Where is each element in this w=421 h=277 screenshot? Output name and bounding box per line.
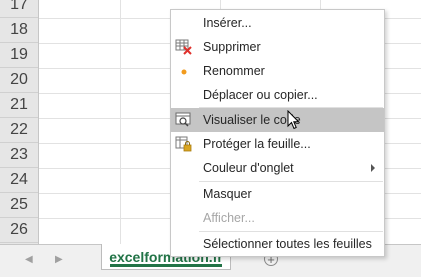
column-gridline <box>120 0 121 244</box>
sheet-context-menu: Insérer... Supprimer Renommer Déplacer o… <box>170 9 385 257</box>
menu-item-label: Sélectionner toutes les feuilles <box>203 237 372 251</box>
bullet-dot-icon <box>175 62 193 80</box>
menu-item-insert[interactable]: Insérer... <box>171 11 384 35</box>
row-header[interactable]: 21 <box>0 93 38 118</box>
menu-item-delete[interactable]: Supprimer <box>171 35 384 59</box>
menu-item-label: Supprimer <box>203 40 261 54</box>
menu-item-unhide: Afficher... <box>171 206 384 230</box>
menu-item-rename[interactable]: Renommer <box>171 59 384 83</box>
menu-item-label: Masquer <box>203 187 252 201</box>
menu-item-label: Insérer... <box>203 16 252 30</box>
menu-item-move-copy[interactable]: Déplacer ou copier... <box>171 83 384 107</box>
row-header[interactable]: 24 <box>0 168 38 193</box>
view-code-icon <box>175 111 193 129</box>
menu-item-label: Déplacer ou copier... <box>203 88 318 102</box>
row-header[interactable]: 17 <box>0 0 38 18</box>
row-header[interactable]: 26 <box>0 218 38 243</box>
menu-item-protect-sheet[interactable]: Protéger la feuille... <box>171 132 384 156</box>
scroll-tabs-right-icon[interactable]: ▶ <box>55 254 63 265</box>
row-header[interactable]: 18 <box>0 18 38 43</box>
menu-item-view-code[interactable]: Visualiser le code <box>171 108 384 132</box>
row-header[interactable]: 19 <box>0 43 38 68</box>
delete-sheet-icon <box>175 38 193 56</box>
row-headers: 17 18 19 20 21 22 23 24 25 26 <box>0 0 39 244</box>
scroll-tabs-left-icon[interactable]: ◀ <box>25 254 33 265</box>
menu-item-select-all-sheets[interactable]: Sélectionner toutes les feuilles <box>171 232 384 256</box>
submenu-arrow-icon <box>371 164 375 172</box>
menu-item-label: Afficher... <box>203 211 255 225</box>
menu-item-hide[interactable]: Masquer <box>171 182 384 206</box>
active-tab-underline <box>110 264 222 267</box>
menu-item-label: Protéger la feuille... <box>203 137 311 151</box>
row-header[interactable]: 25 <box>0 193 38 218</box>
menu-item-label: Renommer <box>203 64 265 78</box>
menu-item-tab-color[interactable]: Couleur d'onglet <box>171 156 384 180</box>
row-header[interactable]: 23 <box>0 143 38 168</box>
row-header[interactable]: 20 <box>0 68 38 93</box>
menu-item-label: Couleur d'onglet <box>203 161 294 175</box>
mouse-pointer-icon <box>287 110 300 130</box>
protect-sheet-icon <box>175 135 193 153</box>
row-header[interactable]: 22 <box>0 118 38 143</box>
